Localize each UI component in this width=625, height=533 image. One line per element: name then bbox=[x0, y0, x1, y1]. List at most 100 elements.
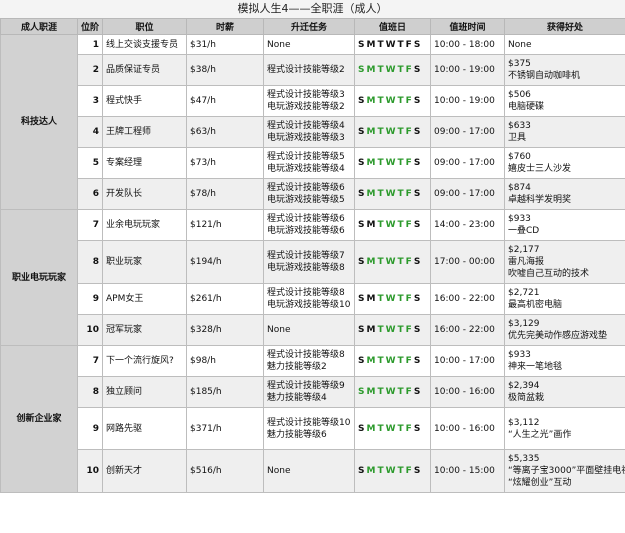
day-letter: T bbox=[377, 189, 386, 199]
perk-line: “人生之光”画作 bbox=[508, 429, 572, 440]
cell-days: SMTWTFS bbox=[354, 407, 431, 450]
task-line: 程式设计技能等级6 bbox=[267, 183, 345, 193]
day-letter: S bbox=[413, 39, 423, 50]
perk-line: $2,721 bbox=[508, 288, 540, 298]
cell-level: 8 bbox=[77, 240, 103, 284]
table-row: 10 创新天才 $516/h None SMTWTFS 10:00 - 15:00 $5,3… bbox=[1, 449, 625, 493]
day-letter: F bbox=[405, 325, 414, 335]
day-letter: S bbox=[413, 257, 423, 267]
cell-tasks: 程式设计技能等级8 电玩游戏技能等级10 bbox=[263, 283, 355, 315]
table-body: 科技达人 1 线上交谈支援专员 $31/h None SMTWTFS 10:00 - 18:… bbox=[0, 34, 625, 493]
task-line: None bbox=[267, 466, 291, 476]
perk-line: $933 bbox=[508, 214, 531, 224]
day-letter: F bbox=[405, 220, 414, 230]
day-letter: T bbox=[377, 65, 386, 75]
cell-perks: $760 嬉皮士三人沙发 bbox=[504, 147, 625, 179]
perk-line: 一叠CD bbox=[508, 226, 540, 236]
career-group-name: 创新企业家 bbox=[0, 345, 78, 493]
cell-level: 2 bbox=[77, 54, 103, 86]
cell-pay: $73/h bbox=[186, 147, 264, 179]
cell-tasks: 程式设计技能等级6 电玩游戏技能等级6 bbox=[263, 209, 355, 241]
perk-line: $3,129 bbox=[508, 319, 540, 329]
cell-tasks: None bbox=[263, 314, 355, 346]
cell-perks: $375 不锈钢自动咖啡机 bbox=[504, 54, 625, 86]
table-row: 6 开发队长 $78/h 程式设计技能等级6 电玩游戏技能等级5 SMTWTFS 09:00… bbox=[1, 178, 625, 210]
task-line: 程式设计技能等级8 bbox=[267, 350, 345, 360]
cell-days: SMTWTFS bbox=[354, 283, 431, 315]
day-letter: W bbox=[385, 96, 398, 106]
cell-perks: $633 卫具 bbox=[504, 116, 625, 148]
table-row: 创新企业家 7 下一个流行旋风? $98/h 程式设计技能等级8 魅力技能等级2 SMTWT… bbox=[0, 345, 625, 493]
header-title: 职位 bbox=[102, 18, 187, 35]
cell-perks: $933 一叠CD bbox=[504, 209, 625, 241]
cell-pay: $63/h bbox=[186, 116, 264, 148]
cell-hours: 16:00 - 22:00 bbox=[430, 314, 505, 346]
table-row: 8 职业玩家 $194/h 程式设计技能等级7 电玩游戏技能等级8 SMTWTFS 17:0… bbox=[1, 240, 625, 284]
career-group-name: 职业电玩玩家 bbox=[0, 209, 78, 346]
cell-perks: $2,177 雷凡海报 吹嘘自己互动的技术 bbox=[504, 240, 625, 284]
day-letter: T bbox=[377, 220, 386, 230]
day-letter: S bbox=[413, 220, 423, 230]
perk-line: 电脑硬碟 bbox=[508, 102, 545, 112]
table-row: 9 网路先驱 $371/h 程式设计技能等级10 魅力技能等级6 SMTWTFS 10:00… bbox=[1, 407, 625, 450]
cell-hours: 09:00 - 17:00 bbox=[430, 147, 505, 179]
cell-level: 10 bbox=[77, 314, 103, 346]
cell-hours: 14:00 - 23:00 bbox=[430, 209, 505, 241]
day-letter: T bbox=[377, 294, 386, 304]
table-row: 职业电玩玩家 7 业余电玩玩家 $121/h 程式设计技能等级6 电玩游戏技能等级6 SMT… bbox=[0, 209, 625, 346]
day-letter: M bbox=[366, 189, 378, 199]
task-line: 电玩游戏技能等级2 bbox=[267, 102, 345, 112]
cell-days: SMTWTFS bbox=[354, 314, 431, 346]
day-letter: F bbox=[405, 466, 414, 476]
day-letter: M bbox=[366, 96, 378, 106]
cell-title: 线上交谈支援专员 bbox=[102, 34, 187, 55]
cell-perks: None bbox=[504, 34, 625, 55]
table-row: 10 冠军玩家 $328/h None SMTWTFS 16:00 - 22:00 $3,1… bbox=[1, 314, 625, 346]
day-letter: T bbox=[397, 387, 406, 397]
day-letter: S bbox=[413, 423, 423, 434]
cell-level: 3 bbox=[77, 85, 103, 117]
cell-level: 5 bbox=[77, 147, 103, 179]
cell-pay: $78/h bbox=[186, 178, 264, 210]
task-line: None bbox=[267, 325, 291, 335]
day-letter: T bbox=[397, 158, 406, 168]
page-title: 模拟人生4——全职涯（成人） bbox=[0, 0, 625, 18]
cell-level: 8 bbox=[77, 376, 103, 408]
cell-level: 9 bbox=[77, 283, 103, 315]
perk-line: 卓越科学发明奖 bbox=[508, 195, 572, 205]
cell-level: 7 bbox=[77, 345, 103, 377]
cell-days: SMTWTFS bbox=[354, 85, 431, 117]
perk-line: 神来一笔地毯 bbox=[508, 362, 563, 372]
day-letter: T bbox=[377, 423, 386, 434]
cell-hours: 10:00 - 15:00 bbox=[430, 449, 505, 493]
day-letter: T bbox=[397, 257, 406, 267]
cell-title: 品质保证专员 bbox=[102, 54, 187, 86]
cell-title: 冠军玩家 bbox=[102, 314, 187, 346]
task-line: 程式设计技能等级2 bbox=[267, 65, 345, 75]
day-letter: W bbox=[385, 65, 398, 75]
day-letter: S bbox=[413, 96, 423, 106]
cell-days: SMTWTFS bbox=[354, 54, 431, 86]
day-letter: M bbox=[366, 65, 378, 75]
day-letter: M bbox=[366, 423, 378, 434]
perk-line: 最高机密电脑 bbox=[508, 300, 563, 310]
perk-line: “炫耀创业”互动 bbox=[508, 478, 572, 488]
cell-hours: 09:00 - 17:00 bbox=[430, 178, 505, 210]
cell-hours: 10:00 - 19:00 bbox=[430, 85, 505, 117]
cell-days: SMTWTFS bbox=[354, 376, 431, 408]
cell-tasks: 程式设计技能等级6 电玩游戏技能等级5 bbox=[263, 178, 355, 210]
header-career: 成人职涯 bbox=[0, 18, 78, 35]
table-row: 3 程式快手 $47/h 程式设计技能等级3 电玩游戏技能等级2 SMTWTFS 10:00… bbox=[1, 85, 625, 117]
cell-level: 10 bbox=[77, 449, 103, 493]
cell-pay: $47/h bbox=[186, 85, 264, 117]
cell-hours: 09:00 - 17:00 bbox=[430, 116, 505, 148]
day-letter: T bbox=[397, 220, 406, 230]
cell-hours: 10:00 - 19:00 bbox=[430, 54, 505, 86]
table-row: 5 专案经理 $73/h 程式设计技能等级5 电玩游戏技能等级4 SMTWTFS 09:00… bbox=[1, 147, 625, 179]
cell-title: 网路先驱 bbox=[102, 407, 187, 450]
cell-tasks: 程式设计技能等级2 bbox=[263, 54, 355, 86]
day-letter: S bbox=[413, 158, 423, 168]
day-letter: S bbox=[413, 325, 423, 335]
cell-title: APM女王 bbox=[102, 283, 187, 315]
day-letter: M bbox=[366, 39, 378, 50]
